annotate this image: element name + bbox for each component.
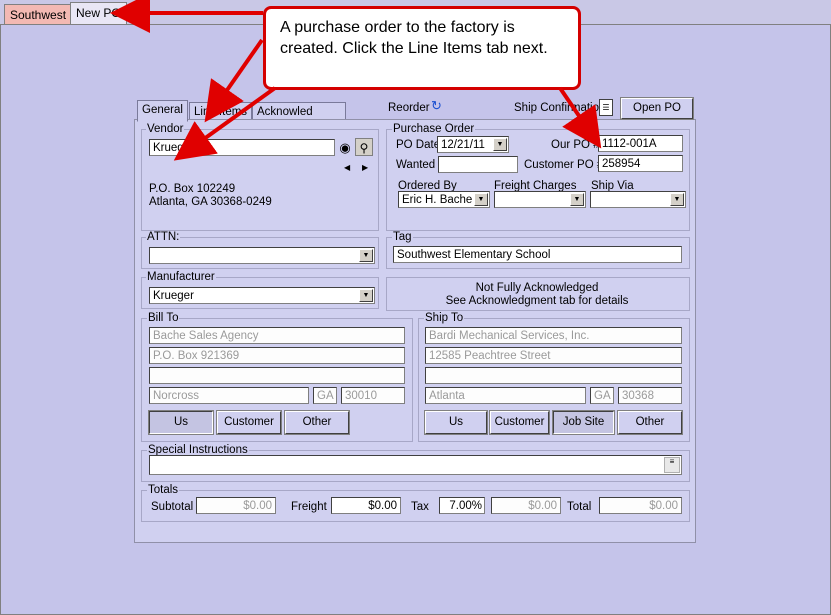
open-po-button[interactable]: Open PO	[620, 97, 694, 120]
arrow-to-line-items-tab	[204, 38, 264, 123]
callout-arrows	[110, 0, 602, 161]
tab-general[interactable]: General	[137, 100, 188, 122]
arrow-to-vendor-field	[173, 86, 277, 161]
arrow-to-our-po-field	[558, 86, 602, 149]
